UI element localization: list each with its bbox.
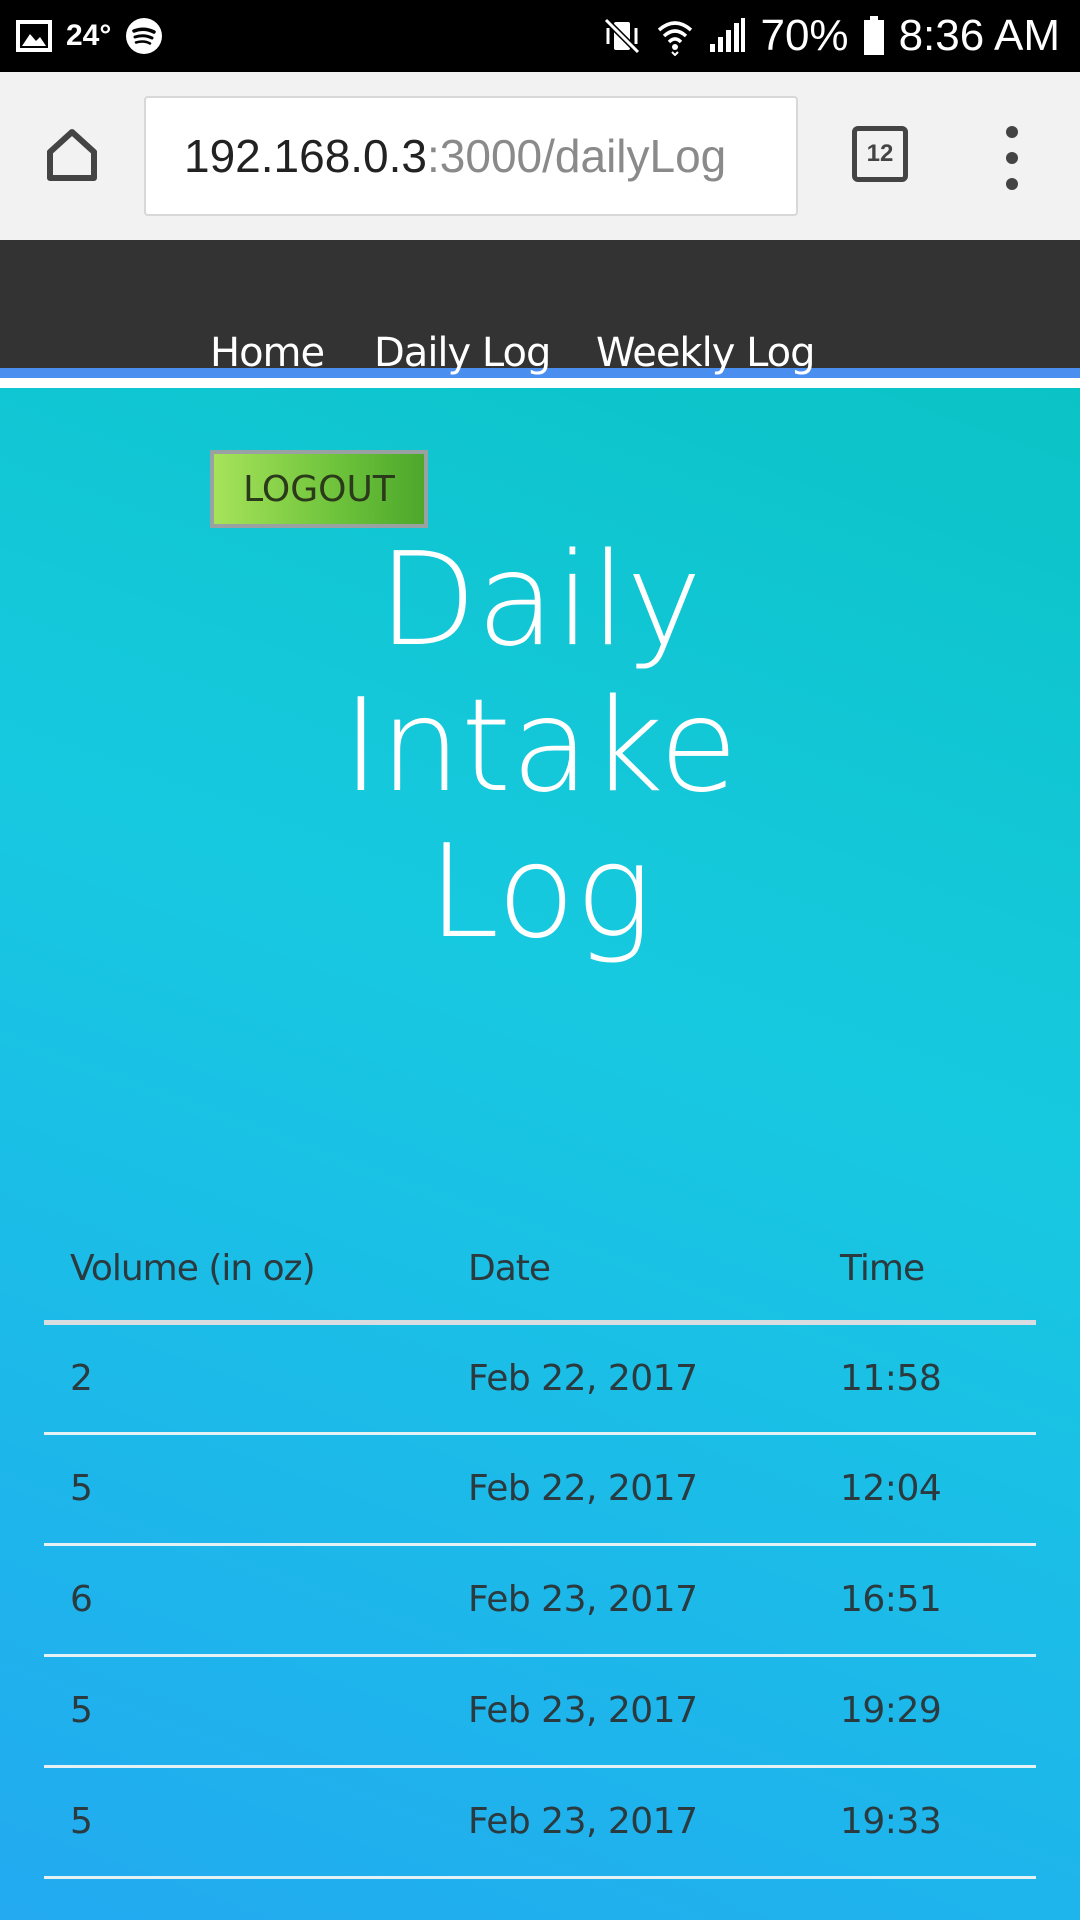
overflow-menu-icon bbox=[1006, 126, 1018, 138]
main-content: LOGOUT Daily Intake Log Volume (in oz) D… bbox=[0, 388, 1080, 1920]
cell-date: Feb 22, 2017 bbox=[442, 1433, 814, 1546]
column-header-date: Date bbox=[442, 1218, 814, 1325]
signal-icon bbox=[708, 18, 746, 54]
battery-icon bbox=[863, 16, 885, 56]
cell-date: Feb 23, 2017 bbox=[442, 1766, 814, 1879]
url-bar[interactable]: 192.168.0.3:3000/dailyLog bbox=[144, 96, 798, 216]
cell-volume: 5 bbox=[44, 1766, 442, 1879]
overflow-menu-dot bbox=[1006, 152, 1018, 164]
status-bar-right: 70% 8:36 AM bbox=[602, 11, 1060, 61]
wifi-icon bbox=[656, 16, 694, 56]
cell-volume: 6 bbox=[44, 1544, 442, 1657]
cell-time: 11:58 bbox=[814, 1322, 1036, 1435]
nav-home-link[interactable]: Home bbox=[210, 330, 325, 376]
cell-volume: 5 bbox=[44, 1433, 442, 1546]
clock: 8:36 AM bbox=[898, 11, 1060, 60]
table-row: 5 Feb 23, 2017 19:29 bbox=[44, 1655, 1036, 1768]
logout-button[interactable]: LOGOUT bbox=[210, 450, 428, 528]
home-button[interactable] bbox=[36, 120, 108, 192]
cell-date: Feb 23, 2017 bbox=[442, 1655, 814, 1768]
page-title-line: Daily bbox=[378, 526, 702, 675]
tab-count: 12 bbox=[866, 140, 894, 167]
column-header-time: Time bbox=[814, 1218, 1036, 1325]
cell-date: Feb 22, 2017 bbox=[442, 1322, 814, 1435]
table-row: 5 Feb 23, 2017 19:33 bbox=[44, 1766, 1036, 1879]
cell-time: 19:29 bbox=[814, 1655, 1036, 1768]
table-row: 6 Feb 23, 2017 16:51 bbox=[44, 1544, 1036, 1657]
cell-volume: 5 bbox=[44, 1655, 442, 1768]
page-title: Daily Intake Log bbox=[300, 528, 780, 966]
table-row: 5 Feb 22, 2017 12:04 bbox=[44, 1433, 1036, 1546]
cell-time: 12:04 bbox=[814, 1433, 1036, 1546]
cell-time: 19:33 bbox=[814, 1766, 1036, 1879]
status-bar-left: 24° bbox=[16, 17, 163, 55]
browser-toolbar: 192.168.0.3:3000/dailyLog 12 bbox=[0, 72, 1080, 240]
overflow-menu-dot bbox=[1006, 178, 1018, 190]
battery-percent: 70% bbox=[760, 11, 849, 60]
column-header-volume: Volume (in oz) bbox=[44, 1218, 442, 1325]
cell-volume: 2 bbox=[44, 1322, 442, 1435]
page-title-line: Log bbox=[427, 818, 653, 967]
overflow-menu-button[interactable] bbox=[990, 126, 1034, 190]
url-path: :3000/dailyLog bbox=[427, 130, 727, 182]
intake-log-table: Volume (in oz) Date Time 2 Feb 22, 2017 … bbox=[44, 1218, 1036, 1879]
nav-weekly-log-link[interactable]: Weekly Log bbox=[596, 330, 816, 376]
page-title-line: Intake bbox=[342, 672, 738, 821]
nav-daily-log-link[interactable]: Daily Log bbox=[374, 330, 551, 376]
table-row: 2 Feb 22, 2017 11:58 bbox=[44, 1322, 1036, 1435]
url-host: 192.168.0.3 bbox=[184, 130, 428, 182]
tabs-button[interactable]: 12 bbox=[852, 126, 908, 182]
home-icon bbox=[42, 124, 102, 188]
temperature: 24° bbox=[66, 19, 112, 52]
status-bar: 24° 70% 8:36 AM bbox=[0, 0, 1080, 72]
gallery-icon bbox=[16, 20, 52, 52]
cell-date: Feb 23, 2017 bbox=[442, 1544, 814, 1657]
vibrate-mute-icon bbox=[602, 16, 642, 56]
cell-time: 16:51 bbox=[814, 1544, 1036, 1657]
table-header-row: Volume (in oz) Date Time bbox=[44, 1218, 1036, 1325]
spotify-icon bbox=[125, 17, 163, 55]
site-navbar: Home Daily Log Weekly Log bbox=[0, 240, 1080, 378]
